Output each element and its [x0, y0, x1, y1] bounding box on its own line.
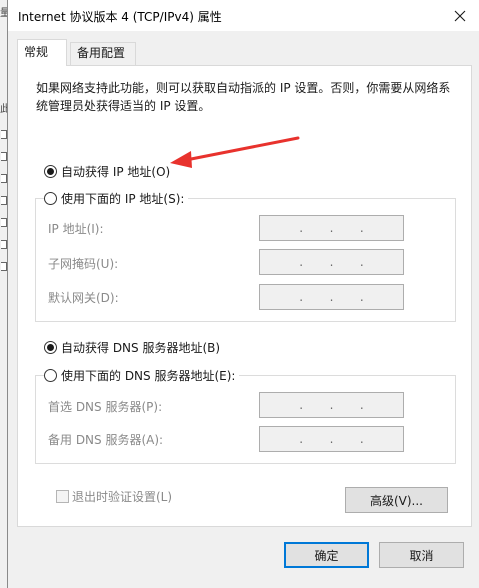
advanced-button[interactable]: 高级(V)... — [345, 487, 448, 513]
background-window-fragment: 此 — [0, 104, 7, 115]
default-gateway-input[interactable]: ... — [259, 284, 404, 310]
tab-alternate-configuration[interactable]: 备用配置 — [70, 42, 136, 65]
description-text: 如果网络支持此功能，则可以获取自动指派的 IP 设置。否则，你需要从网络系统管理… — [36, 81, 451, 113]
manual-dns-radio-option[interactable]: 使用下面的 DNS 服务器地址(E): — [44, 367, 240, 384]
auto-dns-radio[interactable] — [44, 341, 57, 354]
manual-dns-label: 使用下面的 DNS 服务器地址(E): — [61, 369, 236, 383]
manual-ip-radio-option[interactable]: 使用下面的 IP 地址(S): — [44, 190, 189, 207]
manual-ip-radio[interactable] — [44, 192, 57, 205]
manual-dns-radio[interactable] — [44, 369, 57, 382]
window-title: Internet 协议版本 4 (TCP/IPv4) 属性 — [18, 10, 222, 24]
validate-on-exit-label: 退出时验证设置(L) — [72, 490, 173, 504]
preferred-dns-input[interactable]: ... — [259, 392, 404, 418]
auto-dns-radio-option[interactable]: 自动获得 DNS 服务器地址(B) — [44, 339, 220, 356]
ip-address-label: IP 地址(I): — [48, 222, 104, 236]
manual-ip-label: 使用下面的 IP 地址(S): — [61, 192, 185, 206]
tcpip-properties-dialog: Internet 协议版本 4 (TCP/IPv4) 属性 常规 备用配置 如果… — [7, 0, 479, 588]
preferred-dns-label: 首选 DNS 服务器(P): — [48, 400, 163, 414]
general-tab-panel: 如果网络支持此功能，则可以获取自动指派的 IP 设置。否则，你需要从网络系统管理… — [17, 65, 472, 527]
background-window-fragment: 量 — [0, 8, 7, 19]
default-gateway-label: 默认网关(D): — [48, 291, 119, 305]
validate-on-exit-checkbox[interactable] — [56, 490, 69, 503]
tab-general[interactable]: 常规 — [17, 39, 67, 66]
ok-button[interactable]: 确定 — [284, 542, 369, 568]
alternate-dns-label: 备用 DNS 服务器(A): — [48, 433, 164, 447]
subnet-mask-input[interactable]: ... — [259, 249, 404, 275]
ip-address-input[interactable]: ... — [259, 215, 404, 241]
cancel-button[interactable]: 取消 — [379, 542, 464, 568]
auto-ip-label: 自动获得 IP 地址(O) — [61, 165, 171, 179]
alternate-dns-input[interactable]: ... — [259, 426, 404, 452]
auto-ip-radio[interactable] — [44, 165, 57, 178]
close-button[interactable] — [452, 8, 468, 24]
auto-ip-radio-option[interactable]: 自动获得 IP 地址(O) — [44, 163, 170, 180]
subnet-mask-label: 子网掩码(U): — [48, 257, 119, 271]
validate-on-exit-option[interactable]: 退出时验证设置(L) — [56, 488, 172, 505]
close-icon — [454, 10, 466, 22]
title-bar[interactable]: Internet 协议版本 4 (TCP/IPv4) 属性 — [8, 0, 479, 31]
auto-dns-label: 自动获得 DNS 服务器地址(B) — [61, 341, 221, 355]
